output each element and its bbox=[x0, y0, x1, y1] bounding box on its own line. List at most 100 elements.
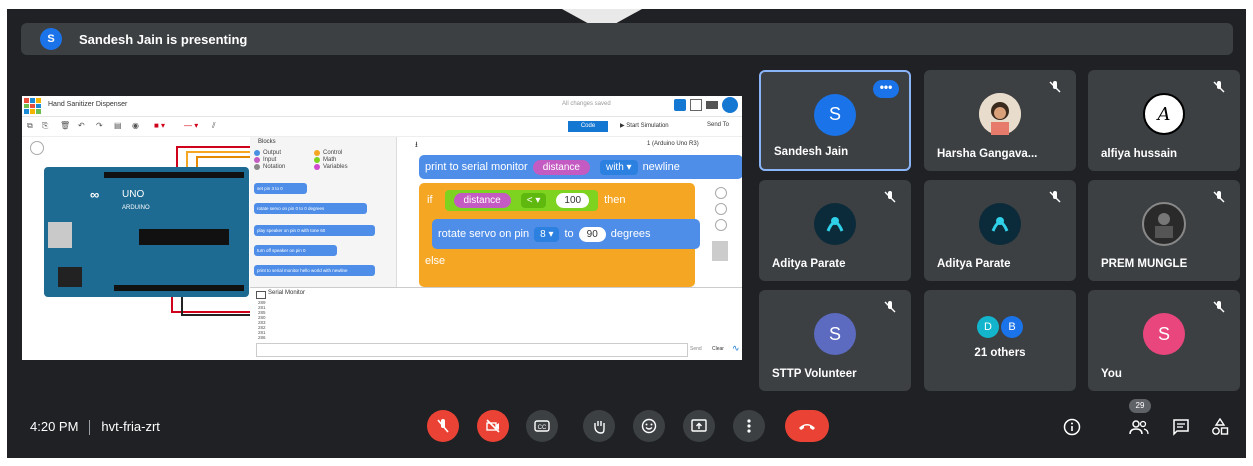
meeting-time: 4:20 PM bbox=[30, 419, 79, 434]
arduino-logo: ∞ bbox=[90, 187, 100, 202]
serial-send-button[interactable]: Send bbox=[690, 346, 702, 352]
avatar bbox=[814, 203, 856, 246]
avatar bbox=[1142, 202, 1186, 247]
color-icon[interactable]: ■ ▾ bbox=[154, 121, 165, 130]
reactions-button[interactable] bbox=[633, 410, 665, 442]
raise-hand-button[interactable] bbox=[583, 410, 615, 442]
mic-off-icon bbox=[1213, 81, 1225, 93]
mic-toggle-button[interactable] bbox=[427, 410, 459, 442]
mini-block[interactable]: play speaker on pin 0 with tone 60 bbox=[254, 225, 375, 236]
user-avatar[interactable] bbox=[722, 97, 738, 113]
power-jack bbox=[58, 267, 82, 287]
category-math[interactable]: Math bbox=[314, 157, 374, 163]
serial-input[interactable] bbox=[256, 343, 688, 357]
info-icon bbox=[1063, 418, 1081, 436]
avatar: S bbox=[814, 313, 856, 356]
chat-icon bbox=[1173, 419, 1189, 436]
category-input[interactable]: Input bbox=[254, 157, 314, 163]
circuit-view-icon[interactable] bbox=[674, 99, 686, 111]
camera-off-icon bbox=[486, 419, 500, 433]
category-output[interactable]: Output bbox=[254, 150, 314, 156]
mic-off-icon bbox=[884, 191, 896, 203]
participant-tile[interactable]: S STTP Volunteer bbox=[759, 290, 911, 391]
mic-off-icon bbox=[1213, 301, 1225, 313]
people-icon bbox=[1129, 420, 1149, 435]
participant-tile[interactable]: Aditya Parate bbox=[924, 180, 1076, 281]
mic-off-icon bbox=[884, 301, 896, 313]
zoom-fit-icon[interactable] bbox=[30, 141, 44, 155]
code-button[interactable]: Code bbox=[568, 121, 608, 132]
copy-icon[interactable]: ⧉ bbox=[27, 121, 33, 131]
schematic-view-icon[interactable] bbox=[690, 99, 702, 111]
component-list-icon[interactable] bbox=[706, 101, 718, 109]
people-button[interactable] bbox=[1129, 417, 1149, 437]
category-variables[interactable]: Variables bbox=[314, 164, 374, 170]
view-icon[interactable]: ◉ bbox=[132, 121, 139, 130]
compare-block[interactable]: distance < ▾ 100 bbox=[444, 189, 599, 211]
flip-icon[interactable]: ⫽ bbox=[212, 121, 216, 131]
more-options-button[interactable] bbox=[733, 410, 765, 442]
avatar: S bbox=[814, 93, 856, 136]
participant-tile[interactable]: Aditya Parate bbox=[759, 180, 911, 281]
block-categories: Output Control Input Math Notation Varia… bbox=[254, 150, 374, 170]
mini-block[interactable]: turn off speaker on pin 0 bbox=[254, 245, 337, 256]
send-to-button[interactable]: Send To bbox=[707, 122, 729, 128]
more-options-icon[interactable]: ••• bbox=[873, 80, 899, 98]
mini-block[interactable]: set pin 3 to 0 bbox=[254, 183, 307, 194]
code-workspace[interactable]: 1 (Arduino Uno R3) ⭳ print to serial mon… bbox=[397, 137, 742, 287]
others-tile[interactable]: D B 21 others bbox=[924, 290, 1076, 391]
rotate-servo-block[interactable]: rotate servo on pin 8 ▾ to 90 degrees bbox=[432, 219, 700, 249]
undo-icon[interactable]: ↶ bbox=[78, 121, 85, 130]
serial-clear-button[interactable]: Clear bbox=[712, 346, 724, 352]
category-notation[interactable]: Notation bbox=[254, 164, 314, 170]
avatar: S bbox=[1143, 313, 1185, 356]
start-simulation-button[interactable]: ▶ Start Simulation bbox=[620, 122, 669, 129]
present-button[interactable] bbox=[683, 410, 715, 442]
participant-tile[interactable]: ••• S Sandesh Jain bbox=[759, 70, 911, 171]
mini-block[interactable]: print to serial monitor hello world with… bbox=[254, 265, 375, 276]
meeting-info: 4:20 PM hvt-fria-zrt bbox=[30, 419, 160, 436]
hand-icon bbox=[594, 421, 605, 434]
mic-off-icon bbox=[1049, 81, 1061, 93]
board-select[interactable]: 1 (Arduino Uno R3) bbox=[647, 141, 699, 147]
tinkercad-titlebar: Hand Sanitizer Dispenser All changes sav… bbox=[22, 96, 742, 117]
avatar bbox=[979, 203, 1021, 246]
captions-button[interactable]: CC bbox=[526, 410, 558, 442]
zoom-in-icon[interactable] bbox=[715, 203, 727, 215]
shared-screen[interactable]: Hand Sanitizer Dispenser All changes sav… bbox=[22, 96, 742, 360]
print-block[interactable]: print to serial monitor distance with ▾ … bbox=[419, 155, 742, 179]
activities-button[interactable] bbox=[1210, 417, 1230, 437]
serial-monitor: Serial Monitor 289 281 285 280 283 282 281 2… bbox=[250, 287, 742, 360]
chat-button[interactable] bbox=[1171, 417, 1191, 437]
save-status: All changes saved bbox=[562, 101, 611, 107]
tinkercad-toolbar: ⧉ ⎘ 🗑 ↶ ↷ ▤ ◉ ■ ▾ — ▾ ⫽ Code ▶ Start Sim… bbox=[22, 116, 742, 137]
notes-icon[interactable]: ▤ bbox=[114, 121, 122, 130]
redo-icon[interactable]: ↷ bbox=[96, 121, 103, 130]
avatar: A bbox=[1143, 93, 1185, 136]
trash-icon[interactable] bbox=[712, 241, 728, 261]
participant-tile[interactable]: PREM MUNGLE bbox=[1088, 180, 1240, 281]
mini-block[interactable]: rotate servo on pin 0 to 0 degrees bbox=[254, 203, 367, 214]
zoom-reset-icon[interactable] bbox=[715, 187, 727, 199]
wire-icon[interactable]: — ▾ bbox=[184, 121, 198, 130]
participant-tile[interactable]: Harsha Gangava... bbox=[924, 70, 1076, 171]
else-label: else bbox=[425, 255, 446, 267]
camera-toggle-button[interactable] bbox=[477, 410, 509, 442]
avatar: D bbox=[977, 316, 999, 338]
graph-icon[interactable]: ∿ bbox=[732, 343, 740, 354]
participant-tile[interactable]: A alfiya hussain bbox=[1088, 70, 1240, 171]
if-condition: if distance < ▾ 100 then bbox=[419, 187, 703, 213]
category-control[interactable]: Control bbox=[314, 150, 374, 156]
arduino-uno-board[interactable]: ∞ UNO ARDUINO bbox=[44, 167, 249, 297]
paste-icon[interactable]: ⎘ bbox=[42, 121, 48, 131]
zoom-out-icon[interactable] bbox=[715, 219, 727, 231]
delete-icon[interactable]: 🗑 bbox=[60, 121, 70, 130]
download-icon[interactable]: ⭳ bbox=[415, 139, 418, 153]
self-tile[interactable]: S You bbox=[1088, 290, 1240, 391]
leave-call-button[interactable] bbox=[785, 410, 829, 442]
circuit-canvas[interactable]: ∞ UNO ARDUINO bbox=[22, 137, 250, 360]
meeting-details-button[interactable] bbox=[1062, 417, 1082, 437]
presenter-avatar: S bbox=[40, 28, 62, 50]
more-vertical-icon bbox=[747, 419, 751, 433]
participant-name: Sandesh Jain bbox=[774, 146, 849, 158]
